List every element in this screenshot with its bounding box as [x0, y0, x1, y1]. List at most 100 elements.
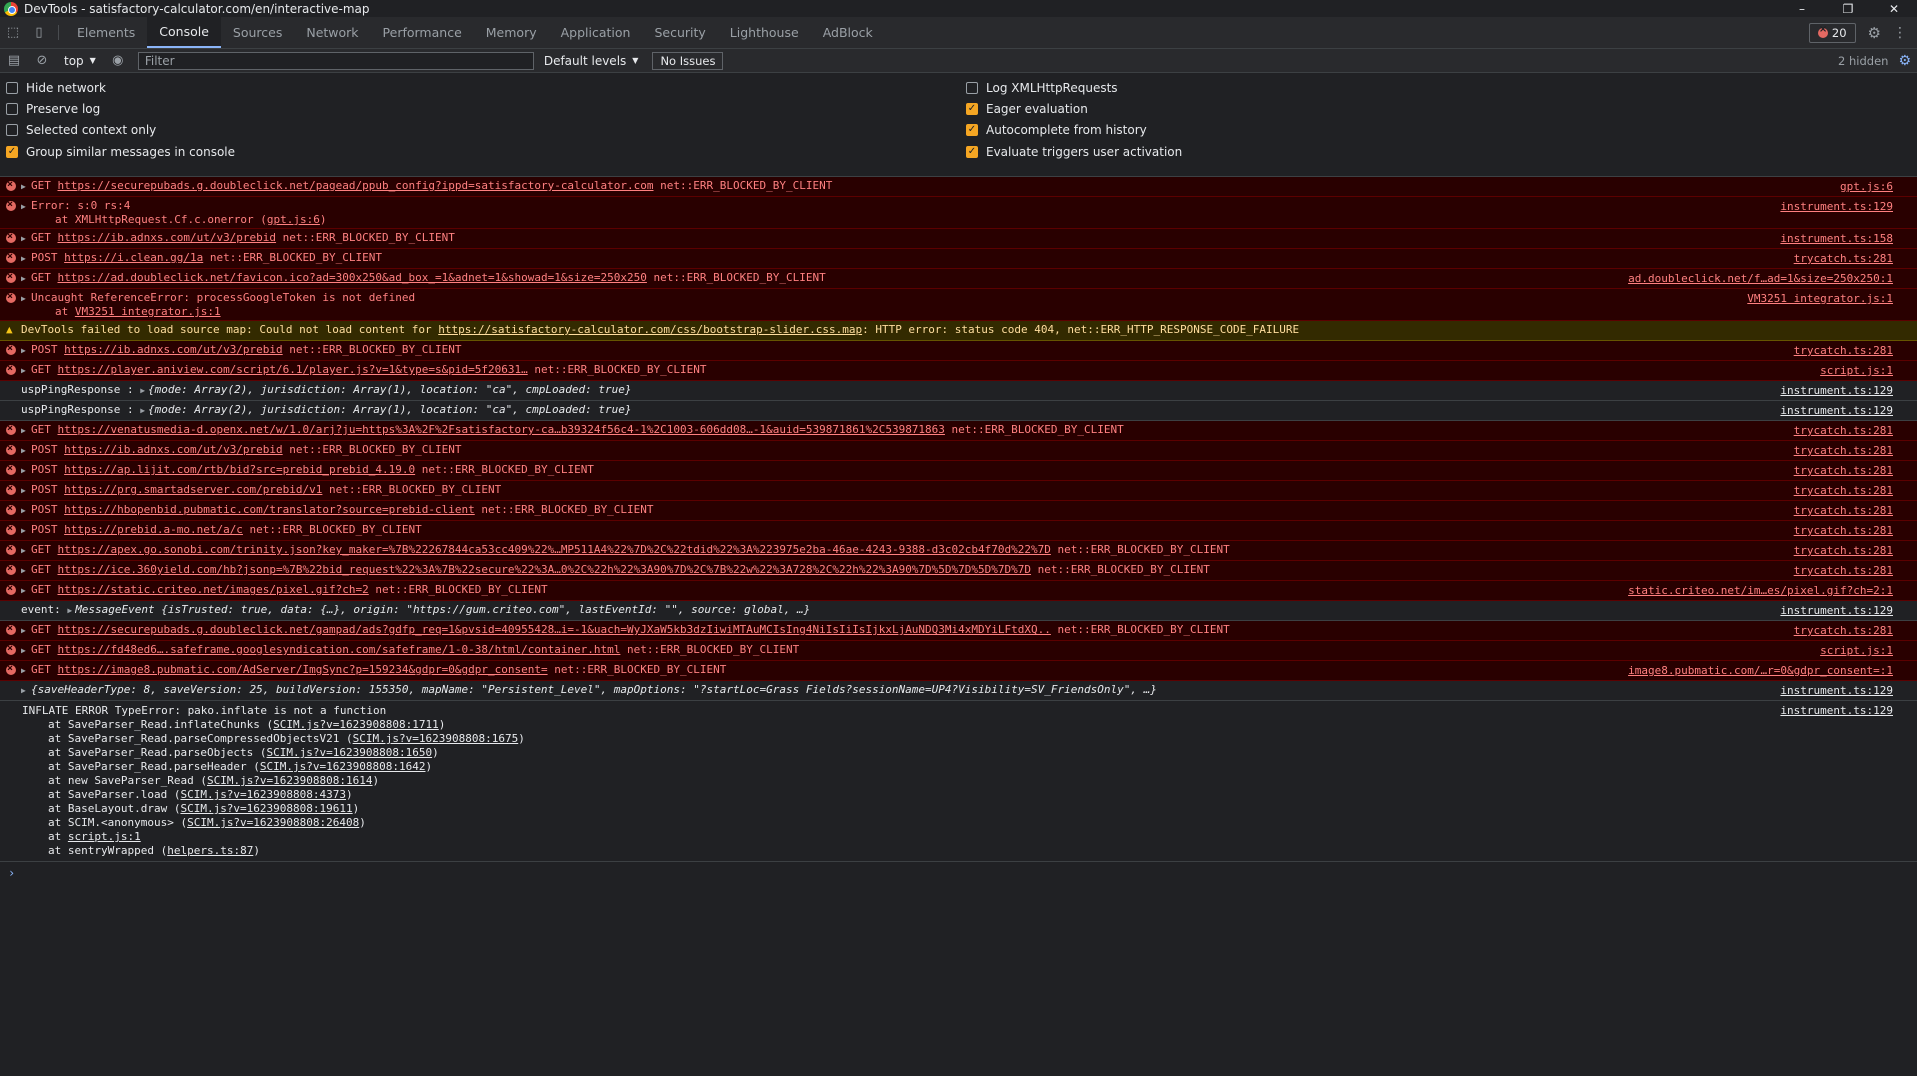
source-link[interactable]: trycatch.ts:281: [1794, 252, 1893, 266]
request-url-link[interactable]: https://ap.lijit.com/rtb/bid?src=prebid_…: [64, 463, 415, 476]
console-prompt[interactable]: ›: [0, 862, 1917, 884]
expand-arrow-icon[interactable]: ▶: [21, 271, 31, 286]
source-link[interactable]: image8.pubmatic.com/…r=0&gdpr_consent=:1: [1628, 664, 1893, 678]
request-url-link[interactable]: https://i.clean.gg/1a: [64, 251, 203, 264]
source-link[interactable]: instrument.ts:129: [1780, 684, 1893, 698]
expand-arrow-icon[interactable]: ▶: [21, 483, 31, 498]
setting-preserve-log[interactable]: Preserve log: [6, 102, 100, 116]
stack-link[interactable]: SCIM.js?v=1623908808:1614: [207, 774, 373, 787]
source-link[interactable]: trycatch.ts:281: [1794, 544, 1893, 558]
expand-arrow-icon[interactable]: ▶: [21, 623, 31, 638]
request-url-link[interactable]: https://ad.doubleclick.net/favicon.ico?a…: [58, 271, 647, 284]
expand-arrow-icon[interactable]: ▶: [21, 199, 31, 214]
setting-hide-network[interactable]: Hide network: [6, 81, 106, 95]
source-link[interactable]: instrument.ts:129: [1780, 200, 1893, 214]
tab-sources[interactable]: Sources: [221, 17, 294, 48]
source-link[interactable]: trycatch.ts:281: [1794, 444, 1893, 458]
minimize-button[interactable]: –: [1779, 0, 1825, 17]
source-link[interactable]: script.js:1: [1820, 364, 1893, 378]
tab-application[interactable]: Application: [549, 17, 643, 48]
issues-button[interactable]: No Issues: [652, 51, 724, 70]
source-link[interactable]: trycatch.ts:281: [1794, 624, 1893, 638]
source-link[interactable]: trycatch.ts:281: [1794, 484, 1893, 498]
stack-link[interactable]: SCIM.js?v=1623908808:1642: [260, 760, 426, 773]
stack-link[interactable]: SCIM.js?v=1623908808:26408: [187, 816, 359, 829]
setting-eager-eval[interactable]: Eager evaluation: [966, 102, 1088, 116]
expand-arrow-icon[interactable]: ▶: [21, 363, 31, 378]
source-link[interactable]: instrument.ts:129: [1780, 404, 1893, 418]
expand-arrow-icon[interactable]: ▶: [21, 683, 31, 698]
tab-memory[interactable]: Memory: [474, 17, 549, 48]
request-url-link[interactable]: https://image8.pubmatic.com/AdServer/Img…: [58, 663, 548, 676]
sidebar-toggle-icon[interactable]: ▤: [0, 53, 28, 68]
tab-adblock[interactable]: AdBlock: [811, 17, 885, 48]
close-window-button[interactable]: ✕: [1871, 0, 1917, 17]
levels-dropdown[interactable]: Default levels ▼: [544, 54, 639, 68]
stack-link[interactable]: SCIM.js?v=1623908808:19611: [180, 802, 352, 815]
tab-console[interactable]: Console: [147, 17, 221, 48]
request-url-link[interactable]: https://static.criteo.net/images/pixel.g…: [58, 583, 369, 596]
stack-link[interactable]: script.js:1: [68, 830, 141, 843]
error-count-badge[interactable]: 20: [1808, 22, 1856, 43]
tab-elements[interactable]: Elements: [65, 17, 147, 48]
device-toolbar-icon[interactable]: ▯: [26, 17, 52, 48]
checkbox[interactable]: [966, 82, 978, 94]
more-options-icon[interactable]: ⋮: [1893, 25, 1907, 41]
expand-arrow-icon[interactable]: ▶: [21, 291, 31, 306]
request-url-link[interactable]: https://venatusmedia-d.openx.net/w/1.0/a…: [58, 423, 945, 436]
log-object[interactable]: {mode: Array(2), jurisdiction: Array(1),…: [148, 383, 631, 396]
source-link[interactable]: instrument.ts:158: [1780, 232, 1893, 246]
stack-link[interactable]: helpers.ts:87: [167, 844, 253, 857]
expand-arrow-icon[interactable]: ▶: [21, 503, 31, 518]
expand-arrow-icon[interactable]: ▶: [21, 583, 31, 598]
expand-arrow-icon[interactable]: ▶: [21, 179, 31, 194]
setting-autocomplete[interactable]: Autocomplete from history: [966, 123, 1147, 137]
checkbox[interactable]: [6, 124, 18, 136]
source-link[interactable]: instrument.ts:129: [1780, 704, 1893, 718]
request-url-link[interactable]: https://ib.adnxs.com/ut/v3/prebid: [58, 231, 277, 244]
expand-arrow-icon[interactable]: ▶: [21, 543, 31, 558]
restore-button[interactable]: ❐: [1825, 0, 1871, 17]
source-link[interactable]: trycatch.ts:281: [1794, 524, 1893, 538]
expand-arrow-icon[interactable]: ▶: [21, 343, 31, 358]
stack-link[interactable]: SCIM.js?v=1623908808:1711: [273, 718, 439, 731]
setting-user-activation[interactable]: Evaluate triggers user activation: [966, 145, 1182, 159]
setting-group-similar[interactable]: Group similar messages in console: [6, 145, 235, 159]
log-object[interactable]: {mode: Array(2), jurisdiction: Array(1),…: [148, 403, 631, 416]
console-settings-gear-icon[interactable]: ⚙: [1898, 53, 1911, 69]
clear-console-icon[interactable]: ⊘: [28, 53, 56, 68]
checkbox[interactable]: [966, 103, 978, 115]
request-url-link[interactable]: https://fd48ed6….safeframe.googlesyndica…: [58, 643, 621, 656]
inspect-element-icon[interactable]: ⬚: [0, 17, 26, 48]
checkbox[interactable]: [966, 124, 978, 136]
checkbox[interactable]: [6, 146, 18, 158]
filter-input[interactable]: [137, 51, 534, 70]
checkbox[interactable]: [6, 82, 18, 94]
expand-arrow-icon[interactable]: ▶: [21, 251, 31, 266]
expand-arrow-icon[interactable]: ▶: [140, 386, 145, 395]
source-link[interactable]: trycatch.ts:281: [1794, 464, 1893, 478]
tab-network[interactable]: Network: [294, 17, 370, 48]
source-map-link[interactable]: https://satisfactory-calculator.com/css/…: [438, 323, 862, 336]
request-url-link[interactable]: https://player.aniview.com/script/6.1/pl…: [58, 363, 528, 376]
log-object[interactable]: MessageEvent {isTrusted: true, data: {…}…: [75, 603, 810, 616]
stack-link[interactable]: SCIM.js?v=1623908808:4373: [180, 788, 346, 801]
source-link[interactable]: ad.doubleclick.net/f…ad=1&size=250x250:1: [1628, 272, 1893, 286]
checkbox[interactable]: [966, 146, 978, 158]
request-url-link[interactable]: https://prebid.a-mo.net/a/c: [64, 523, 243, 536]
expand-arrow-icon[interactable]: ▶: [21, 643, 31, 658]
source-link[interactable]: VM3251 integrator.js:1: [1747, 292, 1893, 306]
setting-selected-context[interactable]: Selected context only: [6, 123, 156, 137]
source-link[interactable]: trycatch.ts:281: [1794, 564, 1893, 578]
context-selector[interactable]: top ▼: [56, 54, 104, 68]
request-url-link[interactable]: https://apex.go.sonobi.com/trinity.json?…: [58, 543, 1051, 556]
source-link[interactable]: gpt.js:6: [1840, 180, 1893, 194]
request-url-link[interactable]: https://ice.360yield.com/hb?jsonp=%7B%22…: [58, 563, 1032, 576]
source-link[interactable]: trycatch.ts:281: [1794, 504, 1893, 518]
expand-arrow-icon[interactable]: ▶: [21, 563, 31, 578]
stack-link[interactable]: VM3251 integrator.js:1: [75, 305, 221, 318]
expand-arrow-icon[interactable]: ▶: [140, 406, 145, 415]
checkbox[interactable]: [6, 103, 18, 115]
source-link[interactable]: trycatch.ts:281: [1794, 344, 1893, 358]
request-url-link[interactable]: https://ib.adnxs.com/ut/v3/prebid: [64, 343, 283, 356]
